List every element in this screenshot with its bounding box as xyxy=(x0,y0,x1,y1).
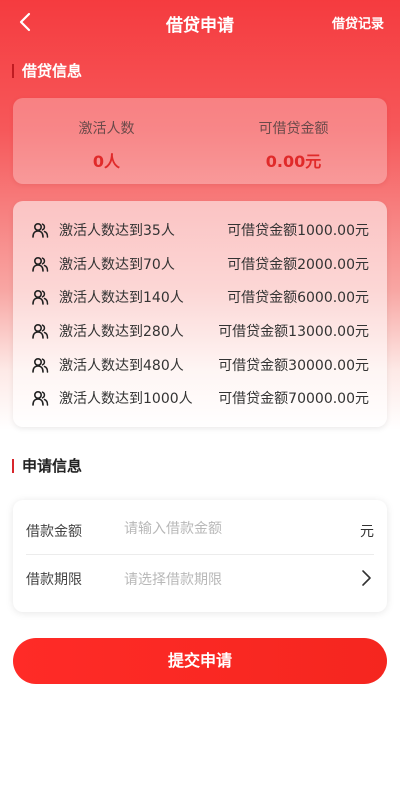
tier-amount: 可借贷金额70000.00元 xyxy=(218,391,369,407)
apply-form-card: 借款金额 元 借款期限 请选择借款期限 xyxy=(13,500,387,612)
users-icon xyxy=(32,222,49,238)
tier-row: 激活人数达到1000人 可借贷金额70000.00元 xyxy=(13,386,387,410)
loan-info-section-title: 借贷信息 xyxy=(22,62,83,80)
tier-condition: 激活人数达到35人 xyxy=(59,223,175,239)
tier-condition: 激活人数达到280人 xyxy=(59,324,184,340)
loan-records-link[interactable]: 借贷记录 xyxy=(332,13,384,32)
available-amount-value: 0.00元 xyxy=(265,152,322,171)
tier-condition: 激活人数达到140人 xyxy=(59,290,184,306)
users-icon xyxy=(32,289,49,305)
section-accent-bar xyxy=(12,458,14,473)
loan-info-section-header: 借贷信息 xyxy=(12,60,82,81)
loan-term-row[interactable]: 借款期限 请选择借款期限 xyxy=(26,554,374,602)
tier-row: 激活人数达到480人 可借贷金额30000.00元 xyxy=(13,353,387,377)
tier-amount: 可借贷金额1000.00元 xyxy=(227,223,369,239)
loan-amount-input[interactable] xyxy=(124,516,324,542)
chevron-right-icon[interactable] xyxy=(360,569,372,587)
loan-summary-card: 激活人数 0人 可借贷金额 0.00元 xyxy=(13,98,387,184)
users-icon xyxy=(32,256,49,272)
tier-condition: 激活人数达到1000人 xyxy=(59,391,193,407)
tier-row: 激活人数达到140人 可借贷金额6000.00元 xyxy=(13,285,387,309)
available-amount-label: 可借贷金额 xyxy=(258,121,329,137)
tier-row: 激活人数达到35人 可借贷金额1000.00元 xyxy=(13,218,387,242)
tier-amount: 可借贷金额6000.00元 xyxy=(227,290,369,306)
activated-count-summary: 激活人数 0人 xyxy=(13,98,200,184)
nav-bar: 借贷申请 借贷记录 xyxy=(0,0,400,46)
tier-amount: 可借贷金额30000.00元 xyxy=(218,358,369,374)
tier-amount: 可借贷金额2000.00元 xyxy=(227,257,369,273)
available-amount-summary: 可借贷金额 0.00元 xyxy=(200,98,387,184)
tier-condition: 激活人数达到70人 xyxy=(59,257,175,273)
users-icon xyxy=(32,323,49,339)
submit-application-button[interactable]: 提交申请 xyxy=(13,638,387,684)
activated-count-value: 0人 xyxy=(92,152,121,171)
currency-unit: 元 xyxy=(360,524,374,540)
activated-count-label: 激活人数 xyxy=(78,121,135,137)
users-icon xyxy=(32,357,49,373)
loan-term-select[interactable]: 请选择借款期限 xyxy=(124,569,222,589)
section-accent-bar xyxy=(12,63,14,78)
tier-amount: 可借贷金额13000.00元 xyxy=(218,324,369,340)
tier-condition: 激活人数达到480人 xyxy=(59,358,184,374)
tier-row: 激活人数达到70人 可借贷金额2000.00元 xyxy=(13,252,387,276)
users-icon xyxy=(32,390,49,406)
apply-info-section-header: 申请信息 xyxy=(12,455,82,476)
loan-amount-row: 借款金额 元 xyxy=(26,506,374,555)
loan-term-label: 借款期限 xyxy=(26,572,82,588)
apply-info-section-title: 申请信息 xyxy=(22,457,83,475)
loan-tier-list: 激活人数达到35人 可借贷金额1000.00元 激活人数达到70人 可借贷金额2… xyxy=(13,201,387,427)
loan-amount-label: 借款金额 xyxy=(26,524,82,540)
tier-row: 激活人数达到280人 可借贷金额13000.00元 xyxy=(13,319,387,343)
